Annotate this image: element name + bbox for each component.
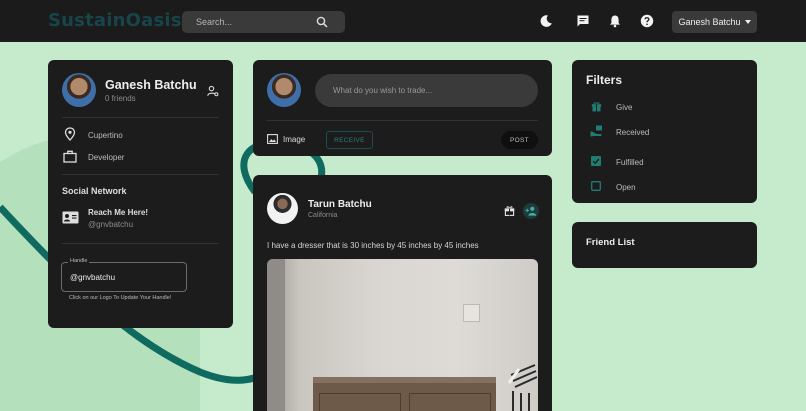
composer-avatar[interactable] — [267, 73, 301, 107]
message-icon[interactable] — [576, 14, 590, 28]
dresser — [313, 377, 496, 411]
wall-outlet — [463, 304, 480, 322]
social-network-heading: Social Network — [62, 186, 127, 196]
dresser-drawer — [409, 393, 491, 411]
trade-post-input[interactable] — [315, 74, 538, 107]
filters-title: Filters — [586, 73, 623, 87]
gift-icon — [591, 102, 602, 112]
filter-label: Open — [616, 183, 636, 192]
post-author-name[interactable]: Tarun Batchu — [308, 199, 372, 210]
post-composer-card: Image RECEIVE POST — [253, 60, 552, 156]
profile-card: Ganesh Batchu 0 friends Cupertino Develo… — [48, 60, 233, 328]
profile-divider — [62, 243, 219, 244]
top-navigation-bar: SustainOasis Ganesh Batchu — [0, 0, 806, 42]
image-icon — [267, 134, 278, 144]
person-add-icon — [525, 206, 537, 216]
post-author-location: California — [308, 212, 338, 219]
handle-hint: Click on our Logo To Update Your Handle! — [69, 295, 172, 301]
search-bar[interactable] — [182, 11, 345, 33]
profile-friend-count: 0 friends — [105, 94, 136, 103]
handle-field[interactable]: Handle — [61, 258, 187, 292]
dresser-top — [313, 377, 496, 383]
wall-shadow — [267, 259, 285, 411]
post-item-image[interactable] — [267, 259, 538, 411]
help-icon[interactable] — [640, 14, 654, 28]
checkbox-checked-icon[interactable] — [591, 156, 601, 166]
post-button[interactable]: POST — [501, 131, 538, 149]
filter-give[interactable]: Give — [586, 100, 746, 114]
gift-icon[interactable] — [504, 205, 515, 216]
filter-label: Give — [616, 103, 633, 112]
image-button-label: Image — [283, 134, 306, 144]
handle-input[interactable] — [62, 263, 186, 291]
profile-divider — [62, 174, 219, 175]
social-link-title[interactable]: Reach Me Here! — [88, 208, 148, 217]
hand-receive-icon — [590, 125, 602, 137]
filter-label: Fulfilled — [616, 158, 644, 167]
add-friend-button[interactable] — [523, 203, 539, 219]
profile-occupation: Developer — [88, 153, 125, 162]
social-handle-text: @gnvbatchu — [88, 220, 134, 229]
dark-mode-moon-icon[interactable] — [539, 14, 553, 28]
filter-open[interactable]: Open — [586, 180, 746, 194]
profile-divider — [62, 117, 219, 118]
filter-received[interactable]: Received — [586, 125, 746, 139]
location-pin-icon — [64, 127, 76, 141]
profile-avatar[interactable] — [62, 73, 96, 107]
contact-card-icon — [62, 211, 79, 224]
briefcase-icon — [63, 150, 77, 163]
user-menu-dropdown[interactable]: Ganesh Batchu — [672, 11, 757, 33]
chevron-down-icon — [744, 20, 751, 24]
notification-bell-icon[interactable] — [608, 14, 622, 28]
user-menu-label: Ganesh Batchu — [678, 17, 741, 27]
search-icon[interactable] — [316, 16, 328, 28]
composer-divider — [267, 120, 538, 121]
filters-card: Filters Give Received Fulfilled Open — [572, 60, 757, 203]
add-image-button[interactable]: Image — [267, 134, 305, 144]
post-description: I have a dresser that is 30 inches by 45… — [267, 241, 479, 250]
post-card: Tarun Batchu California I have a dresser… — [253, 175, 552, 411]
dresser-drawer — [319, 393, 401, 411]
profile-location: Cupertino — [88, 131, 123, 140]
manage-account-icon[interactable] — [207, 85, 219, 97]
profile-name[interactable]: Ganesh Batchu — [105, 78, 197, 92]
filter-label: Received — [616, 128, 650, 137]
chair — [507, 364, 538, 411]
post-author-avatar[interactable] — [267, 193, 298, 224]
friend-list-title: Friend List — [586, 237, 635, 248]
checkbox-empty-icon[interactable] — [591, 181, 601, 191]
receive-button[interactable]: RECEIVE — [326, 131, 373, 149]
search-input[interactable] — [182, 11, 312, 33]
app-logo[interactable]: SustainOasis — [48, 10, 182, 31]
filter-fulfilled[interactable]: Fulfilled — [586, 155, 746, 169]
friend-list-card: Friend List — [572, 222, 757, 268]
